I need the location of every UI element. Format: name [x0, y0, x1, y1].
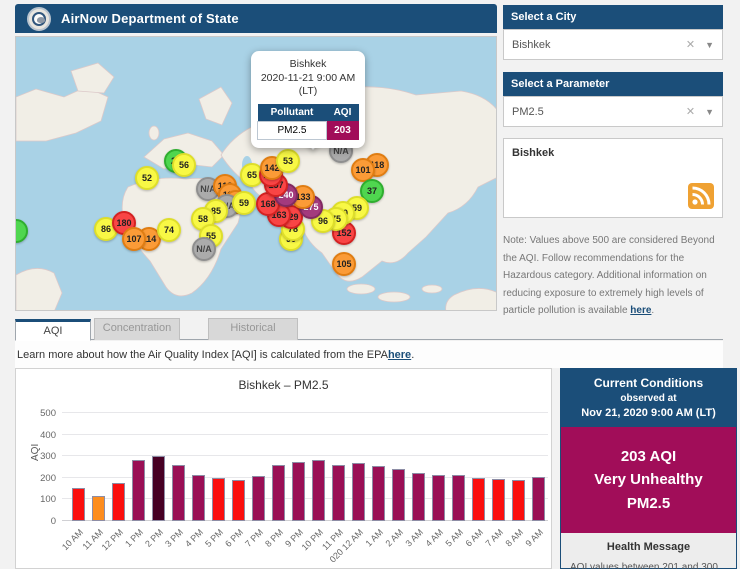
tabs-bar: AQIConcentration Historical [15, 318, 723, 340]
chart-bar[interactable] [312, 460, 325, 521]
chart-bar[interactable] [232, 480, 245, 521]
app-title: AirNow Department of State [61, 11, 239, 26]
popup-col-pollutant: Pollutant [258, 104, 327, 122]
epa-here-link[interactable]: here [388, 349, 411, 361]
epa-info-line: Learn more about how the Air Quality Ind… [15, 341, 723, 368]
current-conditions-header: Current Conditions observed at Nov 21, 2… [561, 369, 736, 427]
chart-bar[interactable] [512, 480, 525, 521]
app-header: AirNow Department of State [15, 4, 497, 33]
aqi-map-marker[interactable]: N/A [192, 237, 216, 261]
feed-city-title: Bishkek [512, 147, 714, 159]
chart-bar[interactable] [492, 479, 505, 521]
chart-bar[interactable] [472, 478, 485, 521]
tab-historical[interactable]: Historical [208, 318, 298, 340]
chart-bar[interactable] [452, 475, 465, 521]
feed-box: Bishkek [503, 138, 723, 218]
chart-bar[interactable] [152, 456, 165, 521]
chart-bar[interactable] [332, 465, 345, 521]
chart-bar[interactable] [272, 465, 285, 521]
chart-bar[interactable] [392, 469, 405, 521]
map[interactable]: 275652N/A1131136581N/A59855855N/A8618011… [15, 36, 497, 311]
city-select-value: Bishkek [512, 39, 686, 51]
chart-plot-area [62, 413, 548, 521]
chart-title: Bishkek – PM2.5 [16, 378, 551, 392]
y-axis-tick: 200 [26, 473, 56, 484]
popup-datetime: 2020-11-21 9:00 AM [257, 72, 359, 86]
current-aqi-pollutant: PM2.5 [565, 492, 732, 515]
chart-bar[interactable] [212, 478, 225, 521]
chart-bar[interactable] [92, 496, 105, 521]
y-axis-tick: 0 [26, 516, 56, 527]
chart-bar[interactable] [292, 462, 305, 521]
y-axis-tick: 100 [26, 494, 56, 505]
clear-city-icon[interactable]: ✕ [686, 38, 695, 51]
popup-col-aqi: AQI [326, 104, 358, 122]
aqi-map-marker[interactable]: 56 [172, 153, 196, 177]
observed-datetime: Nov 21, 2020 9:00 AM (LT) [565, 407, 732, 419]
current-conditions-title: Current Conditions [565, 376, 732, 390]
health-message-block: Health Message AQI values between 201 an… [561, 533, 736, 569]
airnow-page: AirNow Department of State 275652N/A1131… [0, 0, 740, 569]
map-popup: Bishkek 2020-11-21 9:00 AM (LT) Pollutan… [251, 51, 365, 148]
aqi-map-marker[interactable]: 105 [332, 252, 356, 276]
chart-bar[interactable] [192, 475, 205, 521]
observed-at-label: observed at [565, 393, 732, 404]
aqi-map-marker[interactable]: 74 [157, 218, 181, 242]
chevron-down-icon[interactable]: ▼ [705, 107, 714, 117]
chart-bar[interactable] [252, 476, 265, 521]
right-sidebar: Select a City Bishkek ✕ ▼ Select a Param… [503, 5, 723, 320]
chart-bar[interactable] [352, 463, 365, 521]
chart-bar[interactable] [172, 465, 185, 521]
health-message-title: Health Message [570, 541, 727, 553]
tab-aqi[interactable]: AQI [15, 319, 91, 341]
chevron-down-icon[interactable]: ▼ [705, 40, 714, 50]
aqi-map-marker[interactable]: 107 [122, 227, 146, 251]
popup-timezone: (LT) [257, 85, 359, 99]
current-aqi-category: Very Unhealthy [565, 468, 732, 491]
city-select-header: Select a City [503, 5, 723, 29]
popup-city: Bishkek [257, 58, 359, 72]
parameter-select[interactable]: PM2.5 ✕ ▼ [503, 96, 723, 127]
chart-bar[interactable] [72, 488, 85, 521]
chart-bar[interactable] [432, 475, 445, 521]
popup-pollutant-value: PM2.5 [258, 121, 327, 139]
y-axis-tick: 500 [26, 408, 56, 419]
clear-parameter-icon[interactable]: ✕ [686, 105, 695, 118]
parameter-select-header: Select a Parameter [503, 72, 723, 96]
aqi-map-marker[interactable]: 52 [135, 166, 159, 190]
y-axis-tick: 300 [26, 451, 56, 462]
note-here-link[interactable]: here [630, 305, 651, 316]
chart-bar[interactable] [372, 466, 385, 521]
city-select[interactable]: Bishkek ✕ ▼ [503, 29, 723, 60]
chart-bar[interactable] [532, 477, 545, 521]
health-message-text: AQI values between 201 and 300 trigger a… [570, 559, 727, 569]
aqi-map-marker[interactable]: 53 [276, 149, 300, 173]
current-aqi-block: 203 AQI Very Unhealthy PM2.5 [561, 427, 736, 533]
popup-aqi-value: 203 [326, 121, 358, 139]
y-axis-tick: 400 [26, 430, 56, 441]
aqi-note: Note: Values above 500 are considered Be… [503, 232, 723, 320]
current-aqi-value: 203 AQI [565, 445, 732, 468]
current-conditions-panel: Current Conditions observed at Nov 21, 2… [560, 368, 737, 569]
aqi-map-marker[interactable]: 59 [232, 191, 256, 215]
rss-icon[interactable] [688, 183, 714, 209]
popup-table: Pollutant AQI PM2.5 203 [257, 104, 359, 140]
chart-bar[interactable] [132, 460, 145, 521]
state-department-seal-icon [27, 7, 51, 31]
chart-bar[interactable] [112, 483, 125, 521]
chart-bar[interactable] [412, 473, 425, 521]
parameter-select-value: PM2.5 [512, 106, 686, 118]
tab-concentration[interactable]: Concentration [94, 318, 180, 340]
aqi-chart-panel: Bishkek – PM2.5 AQI 0100200300400500 10 … [15, 368, 552, 569]
